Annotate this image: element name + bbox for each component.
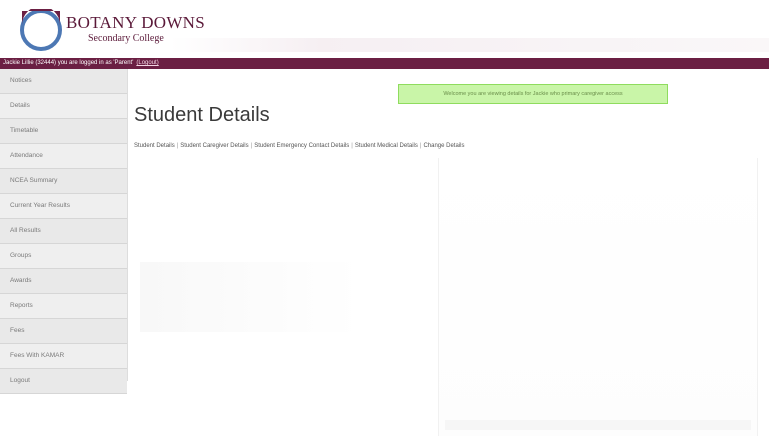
sidebar-item-fees-with-kamar[interactable]: Fees With KAMAR: [0, 344, 127, 369]
site-header: BOTANY DOWNS Secondary College: [0, 0, 769, 58]
sidebar-item-groups[interactable]: Groups: [0, 244, 127, 269]
content-placeholder: [140, 262, 360, 332]
sidebar-item-details[interactable]: Details: [0, 94, 127, 119]
subnav-student-caregiver-details[interactable]: Student Caregiver Details: [180, 143, 248, 149]
sidebar-item-notices[interactable]: Notices: [0, 69, 127, 94]
details-subnav: Student Details | Student Caregiver Detail…: [134, 143, 464, 149]
school-subtitle: Secondary College: [88, 33, 164, 44]
login-status-bar: Jackie Lillie (32444) you are logged in …: [0, 58, 769, 69]
sidebar-item-all-results[interactable]: All Results: [0, 219, 127, 244]
login-status-text: Jackie Lillie (32444) you are logged in …: [3, 60, 134, 66]
sidebar-item-reports[interactable]: Reports: [0, 294, 127, 319]
sidebar-item-awards[interactable]: Awards: [0, 269, 127, 294]
school-name: BOTANY DOWNS: [66, 13, 206, 32]
welcome-banner: Welcome you are viewing details for Jack…: [398, 84, 668, 104]
subnav-student-details[interactable]: Student Details: [134, 143, 175, 149]
sidebar-item-ncea-summary[interactable]: NCEA Summary: [0, 169, 127, 194]
logout-link[interactable]: (Logout): [136, 60, 158, 66]
sidebar-item-attendance[interactable]: Attendance: [0, 144, 127, 169]
sidebar-item-timetable[interactable]: Timetable: [0, 119, 127, 144]
panel-footer: [445, 420, 751, 430]
page-title: Student Details: [134, 104, 270, 126]
header-decoration: [170, 38, 769, 52]
subnav-student-emergency-contact-details[interactable]: Student Emergency Contact Details: [254, 143, 349, 149]
subnav-student-medical-details[interactable]: Student Medical Details: [355, 143, 418, 149]
details-content-panel: [438, 158, 758, 436]
sidebar-nav: Notices Details Timetable Attendance NCE…: [0, 69, 128, 394]
sidebar-item-fees[interactable]: Fees: [0, 319, 127, 344]
subnav-change-details[interactable]: Change Details: [423, 143, 464, 149]
sidebar-item-current-year-results[interactable]: Current Year Results: [0, 194, 127, 219]
school-crest-icon[interactable]: [20, 9, 62, 51]
sidebar-item-logout[interactable]: Logout: [0, 369, 127, 394]
